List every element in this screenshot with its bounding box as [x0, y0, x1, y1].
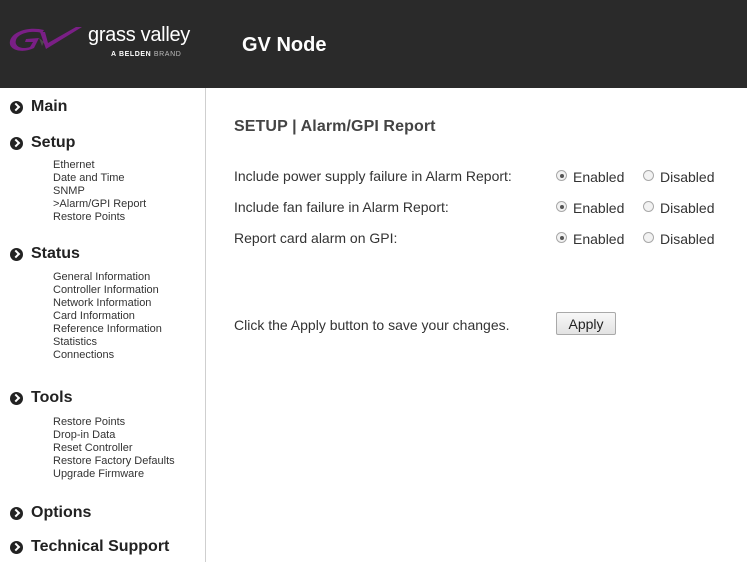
nav-item-restore-points[interactable]: Restore Points	[53, 211, 125, 224]
radio-label-disabled[interactable]: Disabled	[660, 169, 714, 185]
brand-name: grass valley	[88, 24, 190, 46]
grass-valley-swoosh-icon	[9, 27, 82, 51]
nav-section-setup[interactable]: Setup	[10, 132, 75, 154]
nav-section-tools[interactable]: Tools	[10, 387, 72, 409]
apply-button[interactable]: Apply	[556, 312, 616, 335]
apply-instructions: Click the Apply button to save your chan…	[234, 317, 510, 333]
nav-item-connections[interactable]: Connections	[53, 349, 114, 362]
brand-tagline: A BELDEN BRAND	[111, 51, 182, 58]
radio-label-enabled[interactable]: Enabled	[573, 200, 624, 216]
nav-item-controller-information[interactable]: Controller Information	[53, 284, 159, 297]
nav-item-snmp[interactable]: SNMP	[53, 185, 85, 198]
nav-item-reset-controller[interactable]: Reset Controller	[53, 442, 132, 455]
sidebar-nav: Main Setup Ethernet Date and Time SNMP >…	[0, 88, 206, 562]
radio-power-supply-disabled[interactable]	[643, 170, 654, 181]
nav-section-label: Options	[31, 504, 92, 521]
radio-fan-failure-enabled[interactable]	[556, 201, 567, 212]
nav-item-drop-in-data[interactable]: Drop-in Data	[53, 429, 115, 442]
nav-section-status[interactable]: Status	[10, 243, 80, 265]
radio-card-alarm-gpi-disabled[interactable]	[643, 232, 654, 243]
radio-label-enabled[interactable]: Enabled	[573, 169, 624, 185]
nav-item-reference-information[interactable]: Reference Information	[53, 323, 162, 336]
nav-item-general-information[interactable]: General Information	[53, 271, 150, 284]
nav-section-options[interactable]: Options	[10, 502, 91, 524]
nav-section-label: Tools	[31, 389, 73, 406]
main-content: SETUP | Alarm/GPI Report Include power s…	[206, 88, 747, 562]
nav-item-ethernet[interactable]: Ethernet	[53, 159, 95, 172]
nav-section-label: Technical Support	[31, 538, 170, 555]
chevron-circle-right-icon	[10, 391, 23, 405]
nav-item-card-information[interactable]: Card Information	[53, 310, 135, 323]
nav-item-restore-factory-defaults[interactable]: Restore Factory Defaults	[53, 455, 175, 468]
nav-item-tools-restore-points[interactable]: Restore Points	[53, 416, 125, 429]
radio-card-alarm-gpi-enabled[interactable]	[556, 232, 567, 243]
nav-item-date-and-time[interactable]: Date and Time	[53, 172, 125, 185]
chevron-circle-right-icon	[10, 100, 23, 114]
page-title: SETUP | Alarm/GPI Report	[234, 118, 436, 135]
radio-power-supply-enabled[interactable]	[556, 170, 567, 181]
radio-fan-failure-disabled[interactable]	[643, 201, 654, 212]
nav-section-main[interactable]: Main	[10, 96, 67, 118]
radio-label-disabled[interactable]: Disabled	[660, 200, 714, 216]
chevron-circle-right-icon	[10, 540, 23, 554]
option-label-power-supply: Include power supply failure in Alarm Re…	[234, 168, 512, 184]
grass-valley-logo[interactable]: grass valley A BELDEN BRAND	[6, 24, 204, 66]
header-bar: grass valley A BELDEN BRAND GV Node	[0, 0, 747, 88]
chevron-circle-right-icon	[10, 506, 23, 520]
radio-label-disabled[interactable]: Disabled	[660, 231, 714, 247]
nav-item-network-information[interactable]: Network Information	[53, 297, 151, 310]
nav-section-label: Main	[31, 98, 68, 115]
option-label-card-alarm-gpi: Report card alarm on GPI:	[234, 230, 398, 246]
nav-section-technical-support[interactable]: Technical Support	[10, 536, 169, 558]
nav-section-label: Status	[31, 245, 80, 262]
nav-item-upgrade-firmware[interactable]: Upgrade Firmware	[53, 468, 144, 481]
nav-section-label: Setup	[31, 134, 76, 151]
radio-label-enabled[interactable]: Enabled	[573, 231, 624, 247]
option-label-fan-failure: Include fan failure in Alarm Report:	[234, 199, 449, 215]
app-title: GV Node	[242, 34, 327, 56]
chevron-circle-right-icon	[10, 247, 23, 261]
chevron-circle-right-icon	[10, 136, 23, 150]
nav-item-alarm-gpi-report[interactable]: >Alarm/GPI Report	[53, 198, 146, 211]
nav-item-statistics[interactable]: Statistics	[53, 336, 97, 349]
